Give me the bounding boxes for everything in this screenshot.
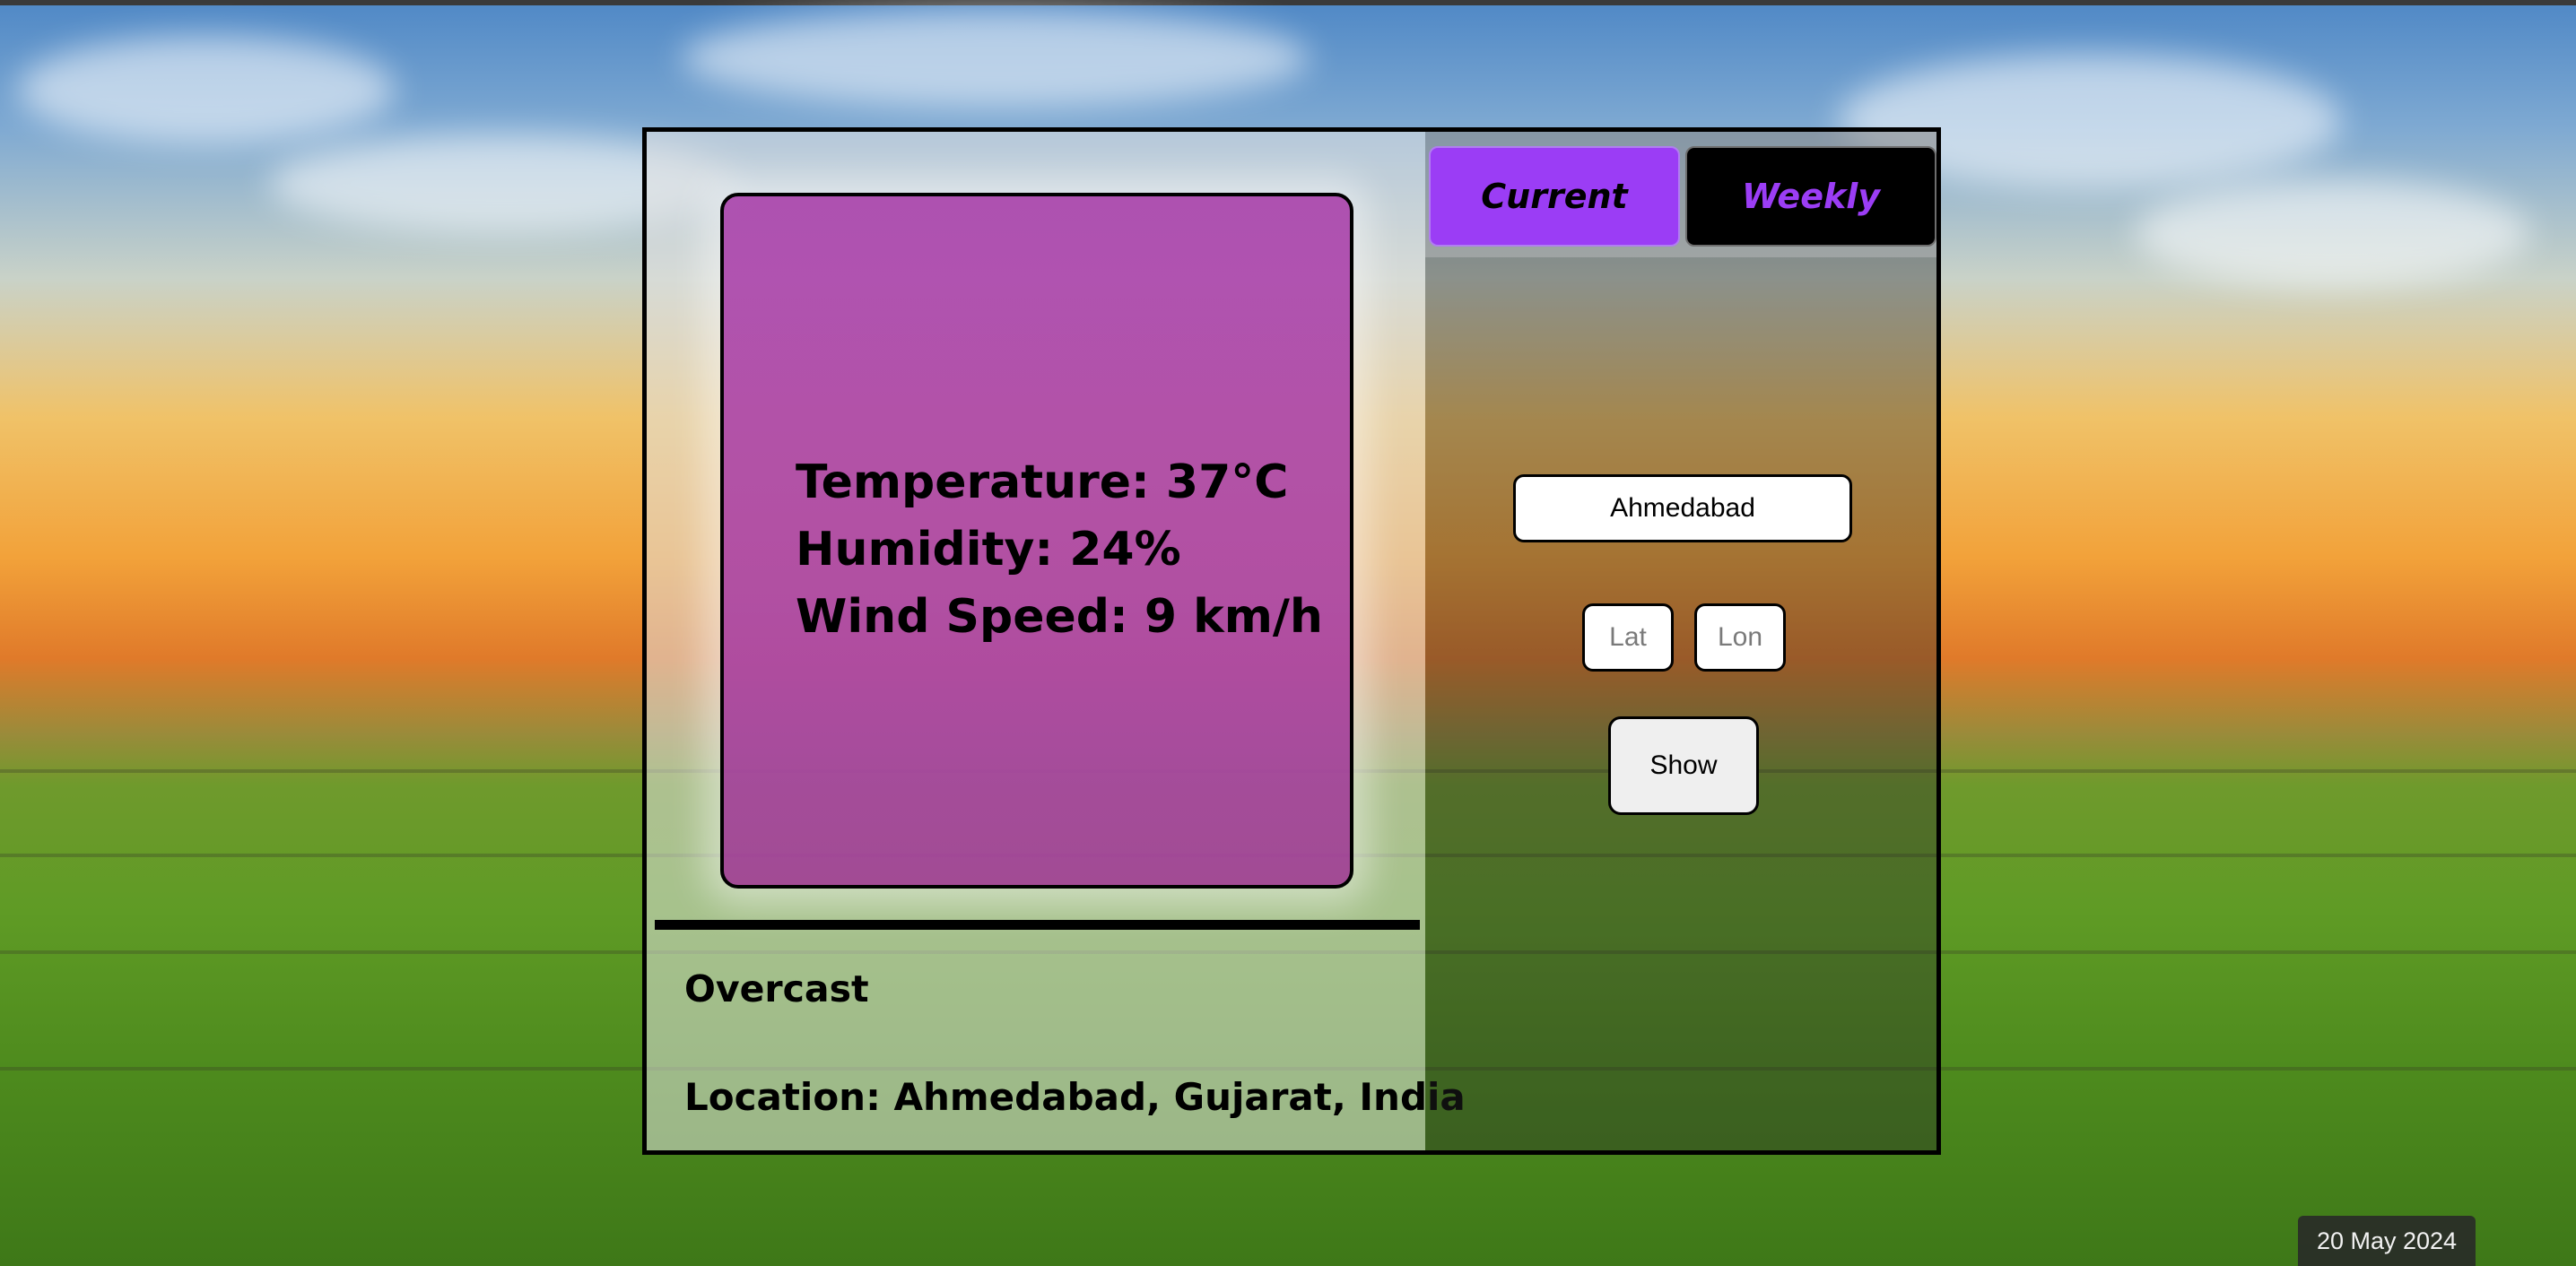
longitude-input[interactable] — [1694, 603, 1786, 672]
search-pane: Current Weekly Show — [1425, 132, 1936, 1150]
tab-weekly[interactable]: Weekly — [1685, 146, 1936, 247]
cloud — [18, 36, 395, 143]
city-input[interactable] — [1513, 474, 1852, 542]
weather-stats: Temperature: 37°C Humidity: 24% Wind Spe… — [796, 449, 1323, 651]
wind-speed-text: Wind Speed: 9 km/h — [796, 590, 1323, 644]
temperature-text: Temperature: 37°C — [796, 455, 1289, 509]
tab-current[interactable]: Current — [1429, 146, 1680, 247]
weather-stats-card: Temperature: 37°C Humidity: 24% Wind Spe… — [720, 193, 1353, 889]
weather-app-panel: Temperature: 37°C Humidity: 24% Wind Spe… — [642, 127, 1941, 1155]
divider — [655, 920, 1420, 930]
weather-condition: Overcast — [684, 967, 869, 1010]
window-top-bar — [0, 0, 2576, 5]
cloud — [682, 9, 1310, 108]
show-button[interactable]: Show — [1608, 716, 1759, 815]
latitude-input[interactable] — [1582, 603, 1674, 672]
humidity-text: Humidity: 24% — [796, 523, 1181, 577]
tab-bar: Current Weekly — [1425, 132, 1936, 257]
cloud — [2135, 179, 2529, 287]
taskbar-date: 20 May 2024 — [2298, 1216, 2476, 1266]
location-text: Location: Ahmedabad, Gujarat, India — [684, 1075, 1466, 1119]
current-weather-pane: Temperature: 37°C Humidity: 24% Wind Spe… — [647, 132, 1466, 1150]
